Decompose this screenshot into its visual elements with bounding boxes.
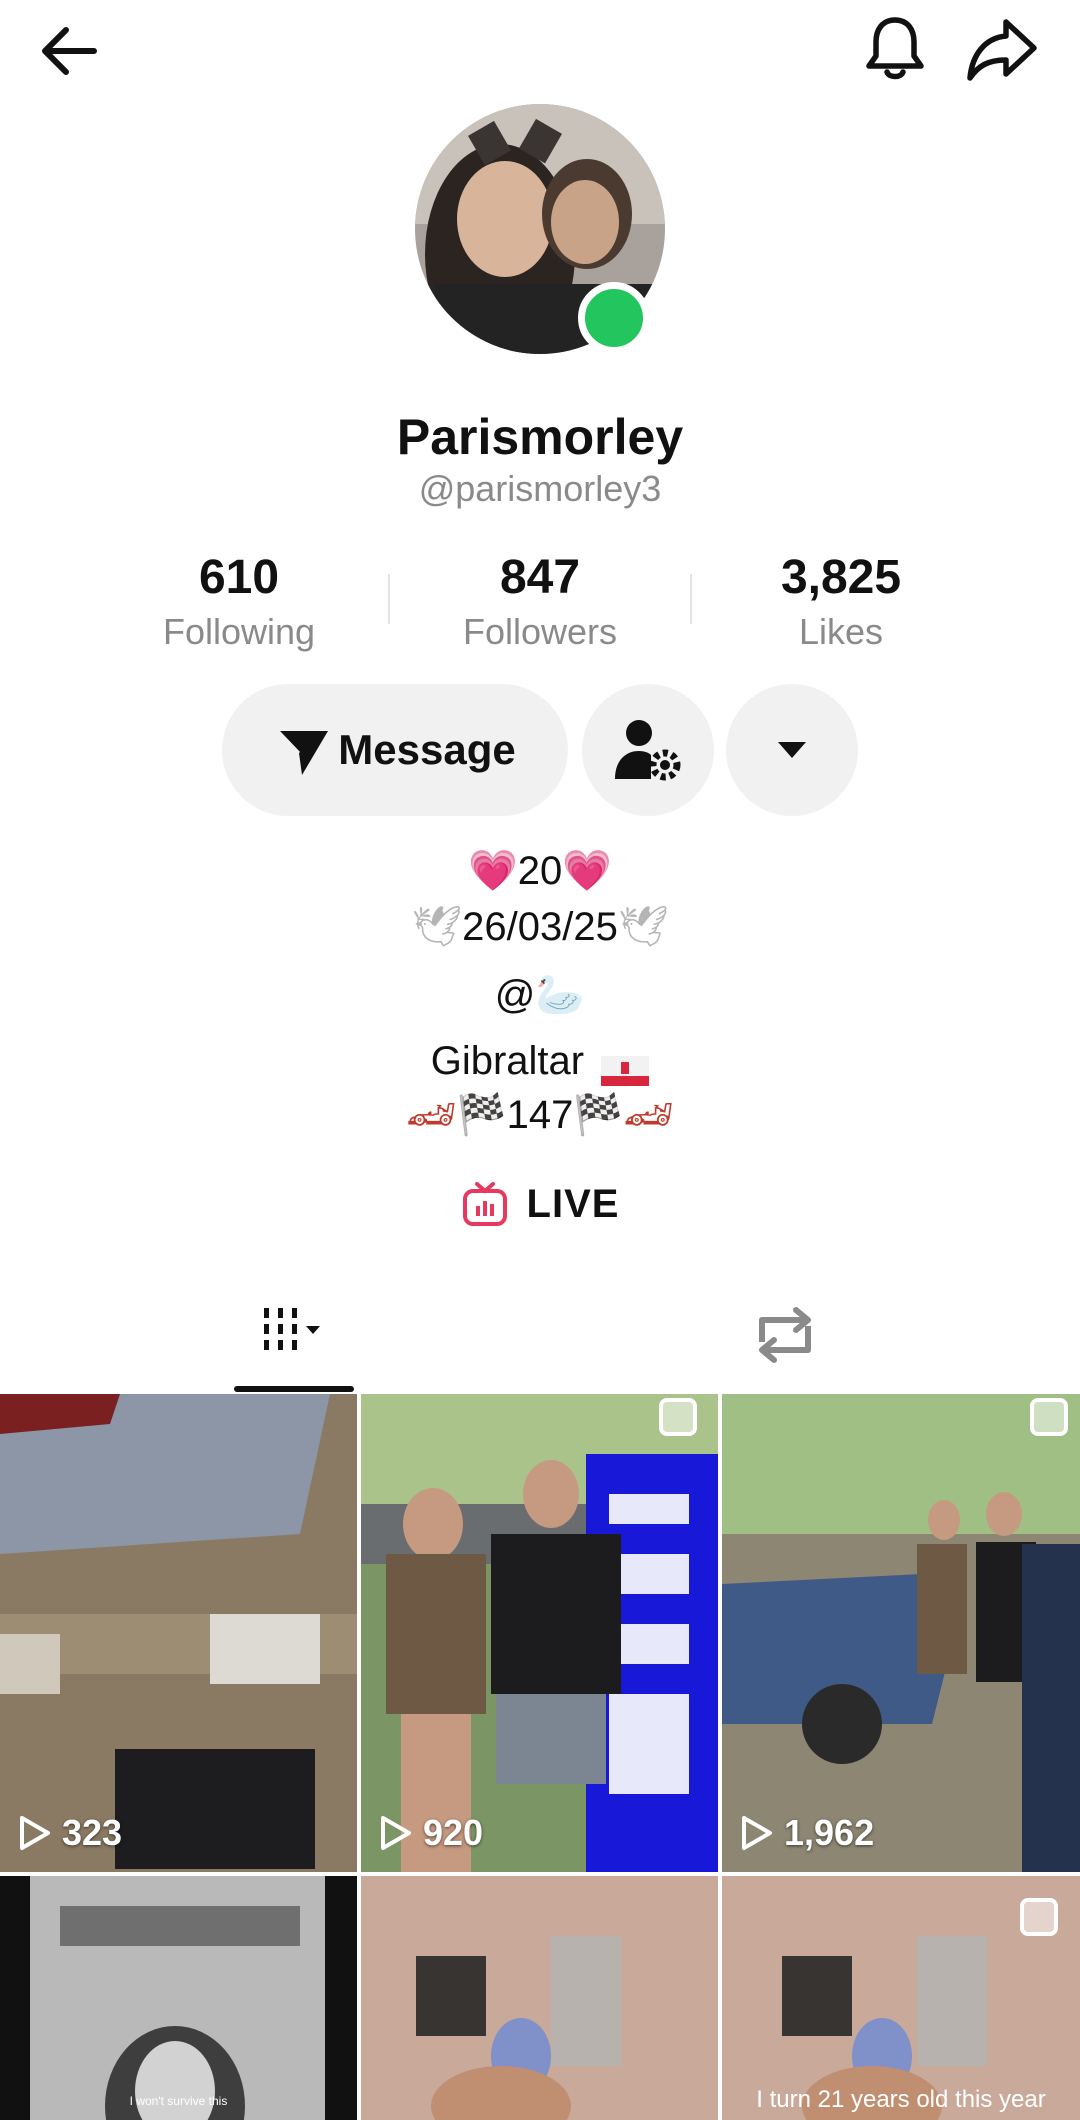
person-gear-icon bbox=[615, 720, 681, 781]
arrow-left-icon[interactable] bbox=[36, 16, 106, 86]
checkered-flag-icon: 🏁 bbox=[573, 1093, 624, 1137]
followers-label: Followers bbox=[462, 611, 618, 652]
video-thumbnail[interactable] bbox=[361, 1876, 718, 2120]
tab-reposts[interactable] bbox=[740, 1290, 830, 1394]
username: @parismorley3 bbox=[418, 468, 662, 509]
bio-age: 20 bbox=[517, 849, 563, 893]
view-count-value: 920 bbox=[423, 1812, 484, 1853]
race-car-icon: 🏎 bbox=[623, 1093, 674, 1137]
stat-followers[interactable]: 847 Followers bbox=[415, 548, 665, 656]
repost-icon bbox=[759, 1307, 811, 1363]
race-car-icon: 🏎 bbox=[406, 1093, 457, 1137]
bell-icon[interactable] bbox=[860, 12, 930, 82]
play-icon bbox=[381, 1816, 411, 1850]
top-bar bbox=[0, 0, 1080, 100]
swan-icon: 🦢 bbox=[535, 973, 586, 1017]
profile-actions: Message bbox=[0, 684, 1080, 816]
pink-heart-icon: 💗 bbox=[467, 849, 518, 893]
share-arrow-icon[interactable] bbox=[964, 12, 1040, 88]
display-name: Parismorley bbox=[396, 409, 684, 465]
live-link[interactable]: LIVE bbox=[0, 1180, 1080, 1228]
message-button[interactable]: Message bbox=[222, 684, 568, 816]
video-thumbnail[interactable]: I turn 21 years old this year bbox=[722, 1876, 1080, 2120]
bio-date: 26/03/25 bbox=[462, 905, 618, 949]
profile-avatar[interactable] bbox=[415, 104, 665, 354]
grid-bars-icon bbox=[264, 1308, 320, 1350]
send-icon bbox=[277, 729, 329, 775]
stat-likes[interactable]: 3,825 Likes bbox=[716, 548, 966, 656]
gibraltar-flag-icon bbox=[601, 1048, 650, 1087]
video-grid: 323 920 1,962 I won't survive this I tur… bbox=[0, 1394, 1080, 2120]
active-tab-indicator bbox=[234, 1386, 354, 1392]
video-caption: I turn 21 years old this year bbox=[756, 2086, 1046, 2113]
video-caption: I won't survive this bbox=[129, 2094, 228, 2108]
video-thumbnail[interactable]: 920 bbox=[361, 1394, 718, 1872]
tab-posts[interactable] bbox=[234, 1290, 354, 1394]
followers-count: 847 bbox=[499, 551, 581, 604]
online-status-dot bbox=[578, 282, 650, 354]
pink-heart-icon: 💗 bbox=[562, 849, 613, 893]
dove-icon: 🕊 bbox=[411, 905, 463, 949]
view-count: 1,962 bbox=[740, 1812, 874, 1854]
view-count: 323 bbox=[18, 1812, 122, 1854]
play-icon bbox=[20, 1816, 50, 1850]
video-thumbnail[interactable]: 1,962 bbox=[722, 1394, 1080, 1872]
video-thumbnail[interactable]: 323 bbox=[0, 1394, 357, 1872]
bio-line-2: 🕊26/03/25🕊 bbox=[0, 902, 1080, 952]
dove-icon: 🕊 bbox=[617, 905, 669, 949]
bio-mention: @ bbox=[494, 973, 536, 1017]
stat-following[interactable]: 610 Following bbox=[114, 548, 364, 656]
bio-number: 147 bbox=[506, 1093, 574, 1137]
view-count: 920 bbox=[379, 1812, 483, 1854]
message-button-label: Message bbox=[338, 726, 516, 773]
content-tabs bbox=[0, 1290, 1080, 1394]
bio-line-4: Gibraltar bbox=[0, 1036, 1080, 1087]
stat-divider bbox=[690, 574, 692, 624]
view-count-value: 323 bbox=[62, 1812, 123, 1853]
likes-count: 3,825 bbox=[780, 551, 902, 604]
bio-line-5: 🏎🏁147🏁🏎 bbox=[0, 1090, 1080, 1140]
likes-label: Likes bbox=[798, 611, 884, 652]
stat-divider bbox=[388, 574, 390, 624]
bio-line-1: 💗20💗 bbox=[0, 846, 1080, 896]
friend-settings-button[interactable] bbox=[582, 684, 714, 816]
more-options-button[interactable] bbox=[726, 684, 858, 816]
caret-down-icon bbox=[778, 742, 806, 758]
checkered-flag-icon: 🏁 bbox=[456, 1093, 507, 1137]
profile-stats: 610 Following 847 Followers 3,825 Likes bbox=[0, 548, 1080, 658]
live-label: LIVE bbox=[526, 1181, 620, 1226]
video-thumbnail[interactable]: I won't survive this bbox=[0, 1876, 357, 2120]
live-tv-icon bbox=[462, 1182, 507, 1226]
bio-line-3: @🦢 bbox=[0, 970, 1080, 1020]
view-count-value: 1,962 bbox=[784, 1812, 875, 1853]
following-label: Following bbox=[162, 611, 316, 652]
play-icon bbox=[742, 1816, 772, 1850]
bio-location: Gibraltar bbox=[430, 1039, 585, 1083]
following-count: 610 bbox=[198, 551, 280, 604]
